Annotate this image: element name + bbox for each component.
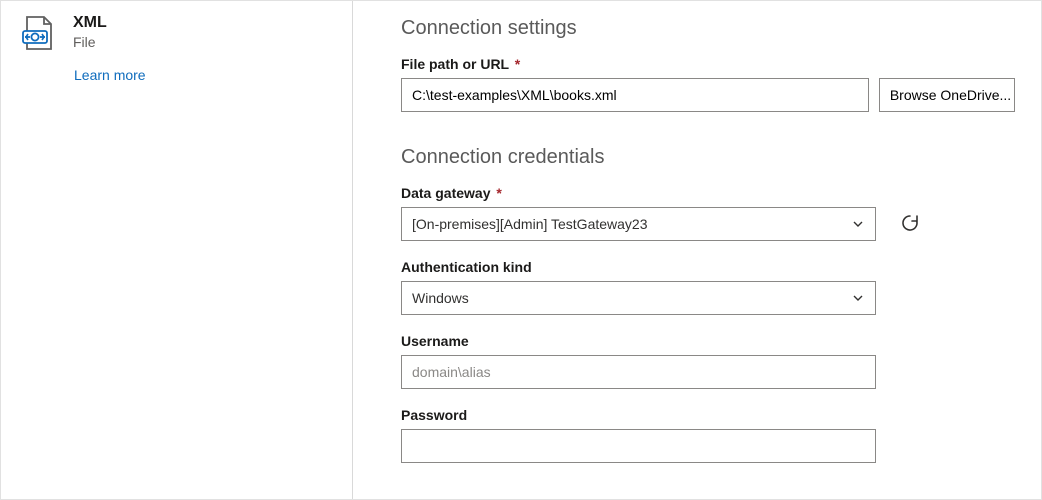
gateway-label-text: Data gateway: [401, 185, 490, 201]
gateway-select[interactable]: [On-premises][Admin] TestGateway23: [401, 207, 876, 241]
gateway-label: Data gateway *: [401, 185, 1015, 201]
username-label: Username: [401, 333, 1015, 349]
filepath-input[interactable]: [401, 78, 869, 112]
xml-file-icon: [19, 13, 59, 53]
password-field: Password: [401, 407, 1015, 463]
refresh-icon: [900, 213, 920, 236]
connector-header: XML File: [19, 13, 334, 53]
refresh-gateway-button[interactable]: [894, 208, 926, 240]
required-marker: *: [515, 56, 520, 72]
chevron-down-icon: [851, 217, 865, 231]
chevron-down-icon: [851, 291, 865, 305]
password-input[interactable]: [401, 429, 876, 463]
username-field: Username: [401, 333, 1015, 389]
sidebar: XML File Learn more: [1, 1, 353, 499]
connector-subtitle: File: [73, 33, 107, 51]
auth-select[interactable]: Windows: [401, 281, 876, 315]
username-input[interactable]: [401, 355, 876, 389]
gateway-select-value: [On-premises][Admin] TestGateway23: [412, 216, 648, 232]
filepath-label-text: File path or URL: [401, 56, 509, 72]
required-marker: *: [496, 185, 501, 201]
gateway-field: Data gateway * [On-premises][Admin] Test…: [401, 185, 1015, 241]
filepath-label: File path or URL *: [401, 56, 1015, 72]
auth-select-value: Windows: [412, 290, 469, 306]
connector-title: XML: [73, 13, 107, 33]
auth-field: Authentication kind Windows: [401, 259, 1015, 315]
auth-label: Authentication kind: [401, 259, 1015, 275]
main-panel: Connection settings File path or URL * B…: [353, 1, 1041, 499]
learn-more-link[interactable]: Learn more: [74, 67, 334, 83]
browse-onedrive-button[interactable]: Browse OneDrive...: [879, 78, 1015, 112]
connection-settings-heading: Connection settings: [401, 17, 1015, 40]
password-label: Password: [401, 407, 1015, 423]
filepath-field: File path or URL * Browse OneDrive...: [401, 56, 1015, 112]
connection-credentials-heading: Connection credentials: [401, 146, 1015, 169]
connector-text: XML File: [73, 13, 107, 51]
